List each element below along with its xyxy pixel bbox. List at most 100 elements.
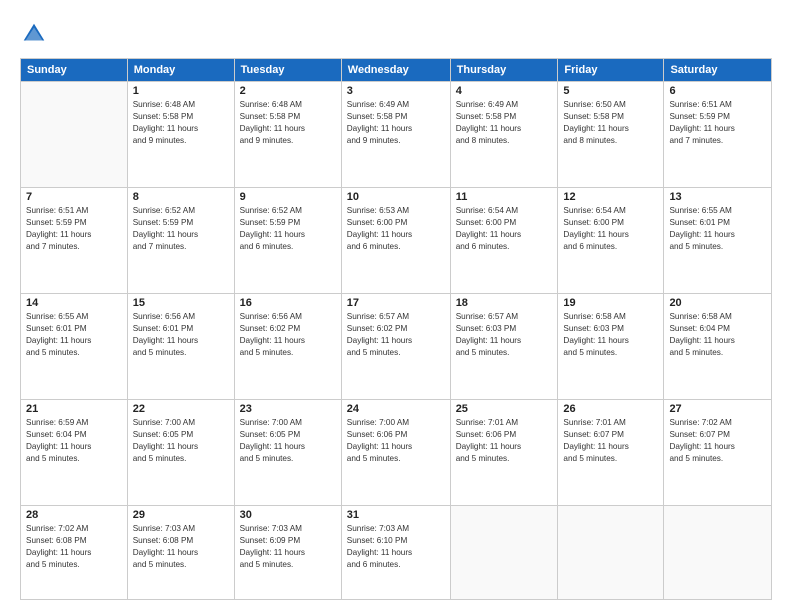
calendar-cell: 11Sunrise: 6:54 AM Sunset: 6:00 PM Dayli… [450, 188, 558, 294]
day-number: 3 [347, 85, 445, 97]
calendar-cell: 28 Sunrise: 7:02 AM Sunset: 6:08 PM Dayli… [21, 506, 128, 600]
day-info: Sunrise: 7:02 AM Sunset: 6:08 PM Dayligh… [26, 523, 122, 571]
calendar-cell: 20Sunrise: 6:58 AM Sunset: 6:04 PM Dayli… [664, 294, 772, 400]
calendar-week-row: 21 Sunrise: 6:59 AM Sunset: 6:04 PM Dayli… [21, 400, 772, 506]
weekday-header: Wednesday [341, 59, 450, 82]
day-info: Sunrise: 6:57 AM Sunset: 6:03 PM Dayligh… [456, 311, 553, 359]
calendar-cell: 26 Sunrise: 7:01 AM Sunset: 6:07 PM Dayli… [558, 400, 664, 506]
day-info: Sunrise: 6:58 AM Sunset: 6:03 PM Dayligh… [563, 311, 658, 359]
day-info: Sunrise: 6:49 AM Sunset: 5:58 PM Dayligh… [456, 99, 553, 147]
logo-icon [20, 20, 48, 48]
day-info: Sunrise: 6:48 AM Sunset: 5:58 PM Dayligh… [240, 99, 336, 147]
day-number: 7 [26, 191, 122, 203]
weekday-header: Friday [558, 59, 664, 82]
day-info: Sunrise: 7:01 AM Sunset: 6:06 PM Dayligh… [456, 417, 553, 465]
day-number: 1 [133, 85, 229, 97]
day-info: Sunrise: 7:03 AM Sunset: 6:09 PM Dayligh… [240, 523, 336, 571]
day-number: 23 [240, 403, 336, 415]
day-info: Sunrise: 7:00 AM Sunset: 6:06 PM Dayligh… [347, 417, 445, 465]
calendar-cell [664, 506, 772, 600]
calendar: SundayMondayTuesdayWednesdayThursdayFrid… [20, 58, 772, 600]
calendar-cell: 8 Sunrise: 6:52 AM Sunset: 5:59 PM Daylig… [127, 188, 234, 294]
day-number: 22 [133, 403, 229, 415]
weekday-header: Monday [127, 59, 234, 82]
calendar-cell: 27 Sunrise: 7:02 AM Sunset: 6:07 PM Dayli… [664, 400, 772, 506]
day-info: Sunrise: 6:55 AM Sunset: 6:01 PM Dayligh… [26, 311, 122, 359]
calendar-cell: 3 Sunrise: 6:49 AM Sunset: 5:58 PM Daylig… [341, 82, 450, 188]
day-info: Sunrise: 6:59 AM Sunset: 6:04 PM Dayligh… [26, 417, 122, 465]
calendar-cell: 5Sunrise: 6:50 AM Sunset: 5:58 PM Daylig… [558, 82, 664, 188]
weekday-header: Saturday [664, 59, 772, 82]
calendar-cell: 25 Sunrise: 7:01 AM Sunset: 6:06 PM Dayli… [450, 400, 558, 506]
day-info: Sunrise: 6:50 AM Sunset: 5:58 PM Dayligh… [563, 99, 658, 147]
calendar-cell: 13 Sunrise: 6:55 AM Sunset: 6:01 PM Dayli… [664, 188, 772, 294]
day-number: 28 [26, 509, 122, 521]
calendar-cell: 23Sunrise: 7:00 AM Sunset: 6:05 PM Dayli… [234, 400, 341, 506]
calendar-week-row: 1 Sunrise: 6:48 AM Sunset: 5:58 PM Daylig… [21, 82, 772, 188]
day-number: 18 [456, 297, 553, 309]
day-info: Sunrise: 6:53 AM Sunset: 6:00 PM Dayligh… [347, 205, 445, 253]
day-number: 9 [240, 191, 336, 203]
day-info: Sunrise: 6:52 AM Sunset: 5:59 PM Dayligh… [133, 205, 229, 253]
day-number: 29 [133, 509, 229, 521]
day-number: 12 [563, 191, 658, 203]
day-number: 26 [563, 403, 658, 415]
day-info: Sunrise: 6:56 AM Sunset: 6:02 PM Dayligh… [240, 311, 336, 359]
day-number: 2 [240, 85, 336, 97]
day-number: 10 [347, 191, 445, 203]
weekday-header: Thursday [450, 59, 558, 82]
calendar-cell: 2 Sunrise: 6:48 AM Sunset: 5:58 PM Daylig… [234, 82, 341, 188]
logo [20, 20, 52, 48]
calendar-cell: 30Sunrise: 7:03 AM Sunset: 6:09 PM Dayli… [234, 506, 341, 600]
calendar-week-row: 28 Sunrise: 7:02 AM Sunset: 6:08 PM Dayli… [21, 506, 772, 600]
calendar-cell: 17 Sunrise: 6:57 AM Sunset: 6:02 PM Dayli… [341, 294, 450, 400]
day-info: Sunrise: 7:03 AM Sunset: 6:08 PM Dayligh… [133, 523, 229, 571]
day-info: Sunrise: 7:02 AM Sunset: 6:07 PM Dayligh… [669, 417, 766, 465]
day-number: 14 [26, 297, 122, 309]
day-number: 13 [669, 191, 766, 203]
calendar-cell: 1 Sunrise: 6:48 AM Sunset: 5:58 PM Daylig… [127, 82, 234, 188]
calendar-cell: 21 Sunrise: 6:59 AM Sunset: 6:04 PM Dayli… [21, 400, 128, 506]
weekday-header: Tuesday [234, 59, 341, 82]
calendar-body: 1 Sunrise: 6:48 AM Sunset: 5:58 PM Daylig… [21, 82, 772, 600]
calendar-cell [21, 82, 128, 188]
day-info: Sunrise: 7:00 AM Sunset: 6:05 PM Dayligh… [133, 417, 229, 465]
day-info: Sunrise: 7:03 AM Sunset: 6:10 PM Dayligh… [347, 523, 445, 571]
top-section [20, 16, 772, 48]
day-info: Sunrise: 6:48 AM Sunset: 5:58 PM Dayligh… [133, 99, 229, 147]
calendar-cell: 29 Sunrise: 7:03 AM Sunset: 6:08 PM Dayli… [127, 506, 234, 600]
day-info: Sunrise: 7:01 AM Sunset: 6:07 PM Dayligh… [563, 417, 658, 465]
day-number: 25 [456, 403, 553, 415]
day-number: 27 [669, 403, 766, 415]
day-number: 31 [347, 509, 445, 521]
day-info: Sunrise: 6:57 AM Sunset: 6:02 PM Dayligh… [347, 311, 445, 359]
day-info: Sunrise: 6:54 AM Sunset: 6:00 PM Dayligh… [563, 205, 658, 253]
calendar-week-row: 14 Sunrise: 6:55 AM Sunset: 6:01 PM Dayli… [21, 294, 772, 400]
calendar-cell [558, 506, 664, 600]
calendar-cell: 9Sunrise: 6:52 AM Sunset: 5:59 PM Daylig… [234, 188, 341, 294]
day-info: Sunrise: 6:55 AM Sunset: 6:01 PM Dayligh… [669, 205, 766, 253]
day-number: 8 [133, 191, 229, 203]
calendar-cell: 10 Sunrise: 6:53 AM Sunset: 6:00 PM Dayli… [341, 188, 450, 294]
calendar-cell: 6Sunrise: 6:51 AM Sunset: 5:59 PM Daylig… [664, 82, 772, 188]
day-info: Sunrise: 6:54 AM Sunset: 6:00 PM Dayligh… [456, 205, 553, 253]
weekday-header: Sunday [21, 59, 128, 82]
day-number: 24 [347, 403, 445, 415]
day-number: 15 [133, 297, 229, 309]
calendar-cell: 31 Sunrise: 7:03 AM Sunset: 6:10 PM Dayli… [341, 506, 450, 600]
day-number: 6 [669, 85, 766, 97]
calendar-cell: 12 Sunrise: 6:54 AM Sunset: 6:00 PM Dayli… [558, 188, 664, 294]
page: SundayMondayTuesdayWednesdayThursdayFrid… [0, 0, 792, 612]
day-number: 19 [563, 297, 658, 309]
day-number: 21 [26, 403, 122, 415]
day-number: 20 [669, 297, 766, 309]
calendar-cell: 22 Sunrise: 7:00 AM Sunset: 6:05 PM Dayli… [127, 400, 234, 506]
calendar-cell: 18 Sunrise: 6:57 AM Sunset: 6:03 PM Dayli… [450, 294, 558, 400]
day-number: 17 [347, 297, 445, 309]
calendar-header-row: SundayMondayTuesdayWednesdayThursdayFrid… [21, 59, 772, 82]
day-number: 4 [456, 85, 553, 97]
day-info: Sunrise: 6:49 AM Sunset: 5:58 PM Dayligh… [347, 99, 445, 147]
calendar-cell: 24 Sunrise: 7:00 AM Sunset: 6:06 PM Dayli… [341, 400, 450, 506]
day-info: Sunrise: 6:56 AM Sunset: 6:01 PM Dayligh… [133, 311, 229, 359]
day-info: Sunrise: 6:51 AM Sunset: 5:59 PM Dayligh… [26, 205, 122, 253]
